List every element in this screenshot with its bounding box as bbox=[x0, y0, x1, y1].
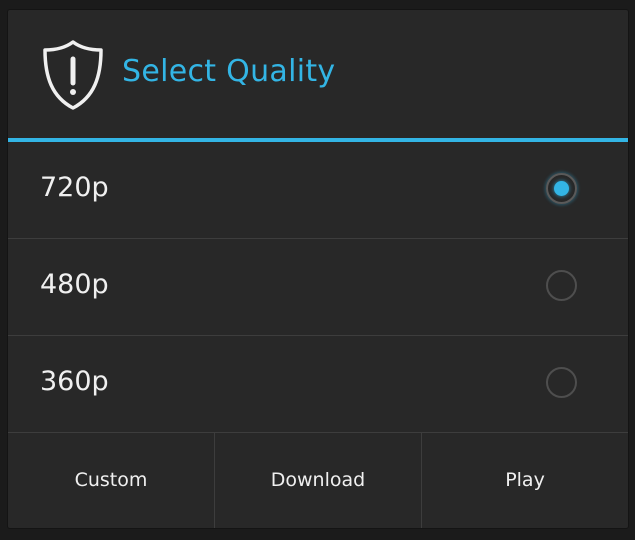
quality-option-label: 720p bbox=[40, 172, 109, 203]
custom-button[interactable]: Custom bbox=[8, 432, 214, 528]
quality-option-label: 480p bbox=[40, 269, 109, 300]
shield-exclamation-icon bbox=[43, 40, 103, 110]
radio-button[interactable] bbox=[546, 367, 577, 398]
dialog-button-bar: Custom Download Play bbox=[8, 432, 628, 528]
quality-option-720p[interactable]: 720p bbox=[8, 142, 628, 239]
quality-option-label: 360p bbox=[40, 366, 109, 397]
quality-option-360p[interactable]: 360p bbox=[8, 336, 628, 433]
quality-option-480p[interactable]: 480p bbox=[8, 239, 628, 336]
radio-button[interactable] bbox=[546, 270, 577, 301]
play-button[interactable]: Play bbox=[421, 432, 628, 528]
quality-options-list: 720p 480p 360p bbox=[8, 142, 628, 433]
radio-button-selected[interactable] bbox=[546, 173, 577, 204]
download-button[interactable]: Download bbox=[214, 432, 421, 528]
dialog-title: Select Quality bbox=[122, 54, 336, 89]
quality-dialog: Select Quality 720p 480p 360p Custom Dow… bbox=[8, 10, 628, 528]
dialog-header: Select Quality bbox=[8, 10, 628, 138]
